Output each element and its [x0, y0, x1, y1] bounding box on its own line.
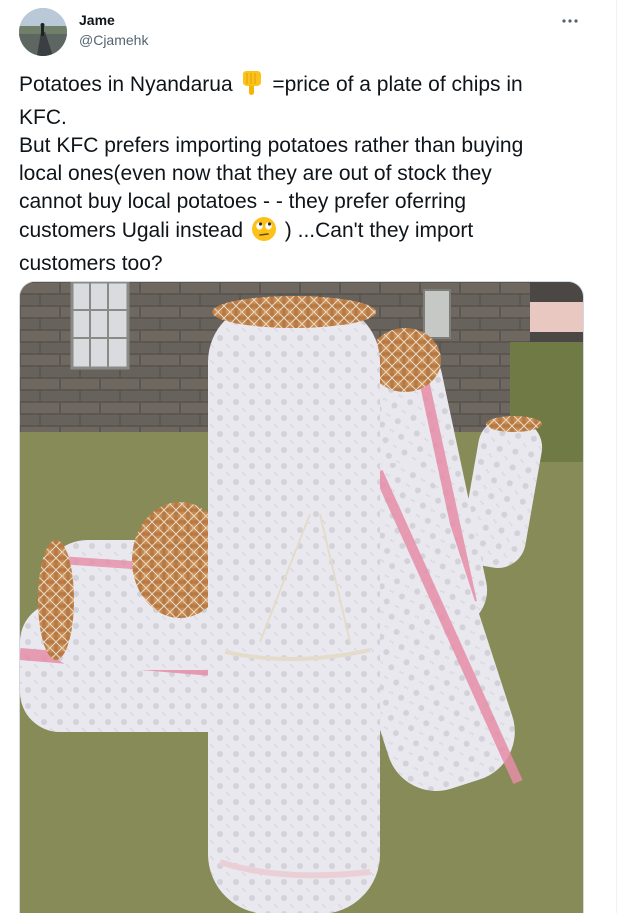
- author-display-name[interactable]: Jame: [79, 11, 148, 29]
- tweet-media[interactable]: [19, 281, 584, 913]
- avatar[interactable]: [19, 8, 67, 56]
- tweet-text: Potatoes in Nyandarua =price of a plate …: [19, 70, 589, 278]
- author-info: Jame @Cjamehk: [79, 11, 148, 49]
- tweet-line-6: customers Ugali instead ) ...Can't they …: [19, 216, 589, 250]
- tweet-header: Jame @Cjamehk: [0, 0, 617, 64]
- author-handle[interactable]: @Cjamehk: [79, 31, 148, 49]
- tweet-line-4: local ones(even now that they are out of…: [19, 162, 492, 185]
- tweet-text-segment: =price of a plate of chips in: [272, 73, 523, 96]
- rolling-eyes-face-icon: [251, 216, 277, 250]
- more-dots-icon: [562, 19, 578, 23]
- tweet-line-2: KFC.: [19, 106, 67, 129]
- tweet-line-7: customers too?: [19, 252, 163, 275]
- tweet-page: Jame @Cjamehk Potatoes in Nyandarua =pri…: [0, 0, 617, 913]
- pointing-down-hand-icon: [240, 70, 264, 104]
- tweet-text-segment: ) ...Can't they import: [284, 219, 474, 242]
- more-button[interactable]: [559, 10, 581, 32]
- profile-photo-road-icon: [19, 8, 67, 56]
- tweet-text-segment: customers Ugali instead: [19, 219, 244, 242]
- tweet-line-1: Potatoes in Nyandarua =price of a plate …: [19, 70, 589, 104]
- tweet-line-5: cannot buy local potatoes - - they prefe…: [19, 190, 467, 213]
- tweet-line-3: But KFC prefers importing potatoes rathe…: [19, 134, 524, 157]
- tweet-text-segment: Potatoes in Nyandarua: [19, 73, 233, 96]
- photo-potato-sacks-icon: [20, 282, 583, 913]
